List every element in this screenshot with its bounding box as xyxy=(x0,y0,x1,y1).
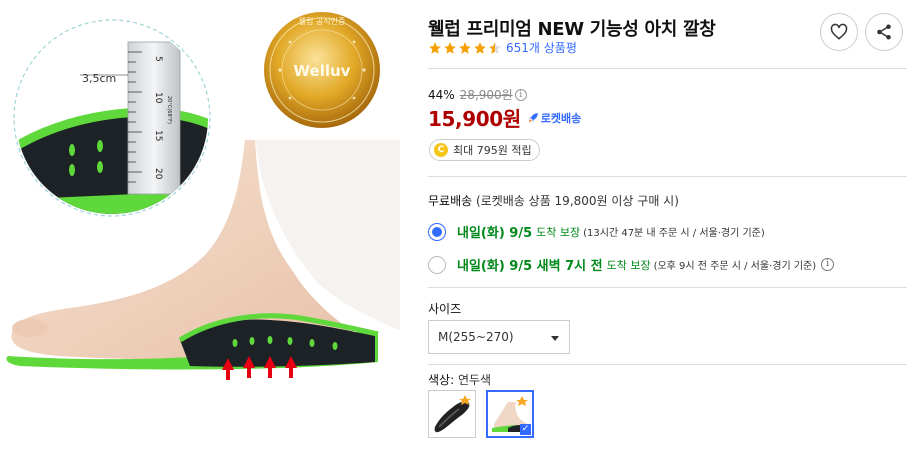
discount-row: 44% 28,900원 i xyxy=(428,86,527,103)
price-row: 15,900원 로켓배송 xyxy=(428,103,581,132)
rocket-delivery-label: 로켓배송 xyxy=(540,111,582,125)
size-selected-value: M(255~270) xyxy=(438,330,514,344)
color-label-row: 색상: 연두색 xyxy=(428,371,491,388)
divider xyxy=(428,287,907,288)
rocket-icon xyxy=(528,113,538,123)
info-icon[interactable]: i xyxy=(514,88,527,101)
measurement-label: 3,5cm xyxy=(82,72,116,85)
caret-down-icon xyxy=(551,336,559,341)
coin-icon: C xyxy=(434,143,448,157)
star-rating xyxy=(428,41,503,55)
shipping-note: (13시간 47분 내 주문 시 / 서울⋅경기 기준) xyxy=(583,228,765,239)
product-info-panel: 웰럽 프리미엄 NEW 기능성 아치 깔창 651개 상품평 44% 28,90 xyxy=(428,0,914,449)
star-icon xyxy=(474,41,486,54)
star-half-icon xyxy=(489,41,501,54)
divider xyxy=(428,68,907,69)
arrival-date: 내일(화) 9/5 xyxy=(457,226,533,241)
divider xyxy=(428,176,907,177)
check-icon: ✓ xyxy=(520,424,531,435)
rating-row: 651개 상품평 xyxy=(428,39,577,56)
divider xyxy=(428,364,907,365)
star-icon xyxy=(429,41,441,54)
arrival-guarantee: 도착 보장 xyxy=(536,225,581,239)
shipping-option-standard[interactable]: 내일(화) 9/5 도착 보장 (13시간 47분 내 주문 시 / 서울⋅경기… xyxy=(428,222,765,241)
arrival-date: 내일(화) 9/5 새벽 7시 전 xyxy=(457,259,603,274)
rocket-delivery-badge: 로켓배송 xyxy=(527,110,581,126)
discount-rate: 44% xyxy=(428,87,455,102)
share-icon xyxy=(877,24,891,40)
sale-price: 15,900원 xyxy=(428,107,521,131)
ruler-number: 5 xyxy=(153,56,163,62)
wishlist-button[interactable] xyxy=(820,13,858,51)
free-shipping-label: 무료배송 xyxy=(428,194,473,208)
product-title: 웰럽 프리미엄 NEW 기능성 아치 깔창 xyxy=(428,19,716,40)
shipping-note: (오후 9시 전 주문 시 / 서울⋅경기 기준) xyxy=(653,261,817,272)
free-shipping-condition: (로켓배송 상품 19,800원 이상 구매 시) xyxy=(476,194,679,208)
star-icon xyxy=(459,41,471,54)
product-main-image: 5 10 15 20 20°C(68°F) 3,5cm 웰럽 공식인증 Well… xyxy=(0,0,420,449)
seal-brand: Welluv xyxy=(294,62,351,80)
heart-icon xyxy=(830,23,848,40)
ruler-temp-mark: 20°C(68°F) xyxy=(166,96,172,124)
color-option-black[interactable] xyxy=(428,390,476,438)
star-icon xyxy=(444,41,456,54)
ruler-number: 10 xyxy=(153,92,163,104)
share-button[interactable] xyxy=(865,13,903,51)
color-option-green[interactable]: ✓ xyxy=(486,390,534,438)
insole-thumbnail xyxy=(434,395,471,433)
review-count-link[interactable]: 651개 상품평 xyxy=(506,39,577,56)
cashback-label: 최대 795원 적립 xyxy=(453,144,532,157)
size-dropdown[interactable]: M(255~270) xyxy=(428,320,570,354)
ruler-number: 15 xyxy=(153,130,163,141)
radio-unselected[interactable] xyxy=(428,255,446,274)
original-price: 28,900원 xyxy=(459,88,513,102)
color-selected-value: 연두색 xyxy=(457,373,492,387)
info-icon[interactable]: i xyxy=(821,258,835,271)
seal-ring-text: 웰럽 공식인증 xyxy=(299,16,346,26)
color-label: 색상: xyxy=(428,373,455,387)
ruler-number: 20 xyxy=(153,168,163,180)
radio-selected[interactable] xyxy=(428,222,446,241)
free-shipping-info: 무료배송 (로켓배송 상품 19,800원 이상 구매 시) xyxy=(428,192,679,209)
shipping-option-dawn[interactable]: 내일(화) 9/5 새벽 7시 전 도착 보장 (오후 9시 전 주문 시 / … xyxy=(428,255,835,274)
certification-seal: 웰럽 공식인증 Welluv xyxy=(264,12,380,128)
arrival-guarantee: 도착 보장 xyxy=(606,258,651,272)
size-label: 사이즈 xyxy=(428,302,462,316)
insole-illustration: 5 10 15 20 20°C(68°F) 3,5cm 웰럽 공식인증 Well… xyxy=(6,12,400,380)
cashback-pill: C 최대 795원 적립 xyxy=(429,139,540,161)
